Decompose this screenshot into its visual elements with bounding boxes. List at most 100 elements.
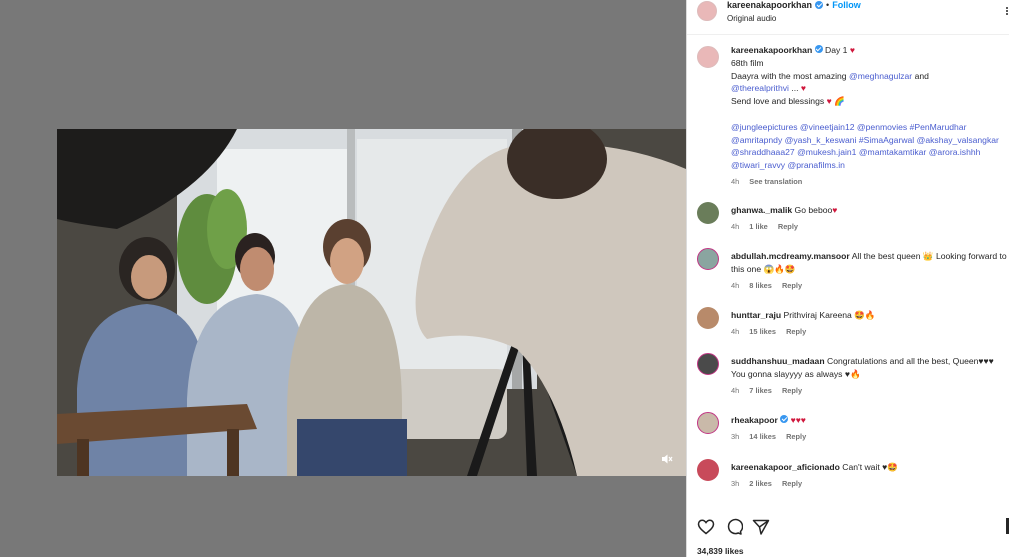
heart-outline-icon[interactable] — [697, 518, 715, 536]
commenter-avatar[interactable] — [697, 202, 719, 224]
commenter-avatar[interactable] — [697, 248, 719, 270]
video-frame-image — [57, 129, 686, 476]
author-avatar[interactable] — [697, 1, 717, 21]
tag-link[interactable]: #PenMarudhar — [910, 122, 967, 132]
caption-body: kareenakapoorkhan Day 1 ♥ 68th film Daay… — [731, 44, 1009, 189]
comment-time: 4h — [731, 326, 740, 336]
verified-badge-icon — [780, 415, 789, 423]
comment-likes[interactable]: 15 likes — [749, 327, 776, 336]
comment-time: 4h — [731, 385, 740, 395]
comment-time: 3h — [731, 478, 740, 488]
tag-link[interactable]: @arora.ishhh — [929, 147, 981, 157]
caption-line-3: Daayra with the most amazing — [731, 70, 847, 81]
tag-link[interactable]: @vineetjain12 — [800, 122, 855, 132]
verified-badge-icon — [815, 1, 824, 9]
caption-meta: 4h See translation — [731, 176, 1009, 189]
tag-link[interactable]: @shraddhaaa27 — [731, 147, 795, 157]
comment-likes[interactable]: 2 likes — [749, 479, 772, 488]
tag-link[interactable]: @jungleepictures — [731, 122, 798, 132]
mention-link[interactable]: @meghnagulzar — [849, 71, 912, 81]
caption-line-1: Day 1 — [824, 45, 848, 55]
comment-text: Can't wait ♥🤩 — [842, 462, 898, 472]
post-actions-bar: 34,839 likes — [687, 510, 1009, 557]
commenter-avatar[interactable] — [697, 459, 719, 481]
reply-button[interactable]: Reply — [786, 432, 806, 441]
comment-likes[interactable]: 1 like — [749, 222, 768, 231]
paper-plane-icon[interactable] — [752, 518, 770, 536]
commenter-avatar[interactable] — [697, 412, 719, 434]
comment-text: Go beboo — [794, 205, 833, 215]
reel-video[interactable] — [57, 129, 686, 476]
mute-toggle-button[interactable] — [658, 450, 676, 468]
caption-line-2: 68th film — [731, 57, 764, 68]
caption-ellipsis: ... — [791, 83, 799, 94]
media-backdrop — [0, 0, 686, 557]
verified-badge-icon — [814, 45, 823, 53]
caption-username[interactable]: kareenakapoorkhan — [731, 45, 812, 55]
comment-body: rheakapoor ♥♥♥ 3h 14 likes Reply — [731, 414, 1007, 444]
comment-body: ghanwa._malik Go beboo♥ 4h 1 like Reply — [731, 204, 1007, 234]
comment-username[interactable]: abdullah.mcdreamy.mansoor — [731, 251, 850, 261]
tag-link[interactable]: @amritapndy — [731, 135, 782, 145]
comment-username[interactable]: rheakapoor — [731, 415, 778, 425]
commenter-avatar[interactable] — [697, 353, 719, 375]
comment-meta: 4h 7 likes Reply — [731, 385, 1007, 398]
comment-meta: 4h 1 like Reply — [731, 221, 1007, 234]
caption-line-5: Send love and blessings — [731, 96, 825, 107]
tag-link[interactable]: @yash_k_keswani — [785, 135, 857, 145]
comment-meta: 3h 2 likes Reply — [731, 478, 1007, 491]
comment-meta: 4h 15 likes Reply — [731, 326, 1007, 339]
tag-link[interactable]: @pranafilms.in — [787, 160, 844, 170]
comment-likes[interactable]: 14 likes — [749, 432, 776, 441]
author-username[interactable]: kareenakapoorkhan — [727, 0, 812, 10]
comment-username[interactable]: ghanwa._malik — [731, 205, 792, 215]
author-line: kareenakapoorkhan • Follow — [727, 0, 861, 10]
separator-dot: • — [826, 0, 830, 10]
comment-body: suddhanshuu_madaan Congratulations and a… — [731, 355, 1007, 397]
comment-text: Prithviraj Kareena 🤩🔥 — [783, 310, 876, 320]
post-header: kareenakapoorkhan • Follow Original audi… — [687, 0, 1009, 35]
caption-line-3-end: and — [914, 70, 929, 81]
reply-button[interactable]: Reply — [782, 281, 802, 290]
follow-button[interactable]: Follow — [832, 0, 861, 10]
comment-username[interactable]: kareenakapoor_aficionado — [731, 462, 840, 472]
more-options-icon[interactable] — [1004, 6, 1009, 16]
tag-link[interactable]: @mamtakamtikar — [859, 147, 926, 157]
tag-link[interactable]: #SimaAgarwal — [859, 135, 914, 145]
speaker-muted-icon — [662, 454, 673, 464]
audio-label[interactable]: Original audio — [727, 14, 776, 23]
comment-body: abdullah.mcdreamy.mansoor All the best q… — [731, 250, 1007, 292]
comment-likes[interactable]: 8 likes — [749, 281, 772, 290]
rainbow-emoji-icon: 🌈 — [834, 96, 845, 107]
caption-time: 4h — [731, 176, 740, 186]
comment-bubble-icon[interactable] — [725, 518, 743, 536]
tag-link[interactable]: @mukesh.jain1 — [797, 147, 856, 157]
comment-likes[interactable]: 7 likes — [749, 386, 772, 395]
likes-count[interactable]: 34,839 likes — [697, 546, 744, 556]
commenter-avatar[interactable] — [697, 307, 719, 329]
comment-meta: 4h 8 likes Reply — [731, 280, 1007, 293]
heart-emoji-icon: ♥ — [826, 96, 832, 107]
heart-emoji-icon: ♥ — [849, 45, 855, 55]
comment-username[interactable]: hunttar_raju — [731, 310, 781, 320]
tag-link[interactable]: @penmovies — [857, 122, 907, 132]
comment-body: hunttar_raju Prithviraj Kareena 🤩🔥 4h 15… — [731, 309, 1007, 339]
see-translation-button[interactable]: See translation — [749, 177, 802, 186]
tag-link[interactable]: @akshay_valsangkar — [917, 135, 999, 145]
comments-scroll-area[interactable]: kareenakapoorkhan Day 1 ♥ 68th film Daay… — [687, 36, 1009, 508]
caption-author-avatar[interactable] — [697, 46, 719, 68]
comment-username[interactable]: suddhanshuu_madaan — [731, 356, 825, 366]
mention-link[interactable]: @therealprithvi — [731, 83, 789, 93]
comment-emoji: ♥ — [832, 205, 838, 215]
comment-time: 4h — [731, 221, 740, 231]
reply-button[interactable]: Reply — [778, 222, 798, 231]
tag-link[interactable]: @tiwari_ravvy — [731, 160, 785, 170]
comment-time: 3h — [731, 431, 740, 441]
reply-button[interactable]: Reply — [786, 327, 806, 336]
reply-button[interactable]: Reply — [782, 386, 802, 395]
heart-emoji-icon: ♥ — [800, 83, 806, 94]
comment-meta: 3h 14 likes Reply — [731, 431, 1007, 444]
comment-text: ♥♥♥ — [790, 415, 806, 425]
comment-body: kareenakapoor_aficionado Can't wait ♥🤩 3… — [731, 461, 1007, 491]
reply-button[interactable]: Reply — [782, 479, 802, 488]
